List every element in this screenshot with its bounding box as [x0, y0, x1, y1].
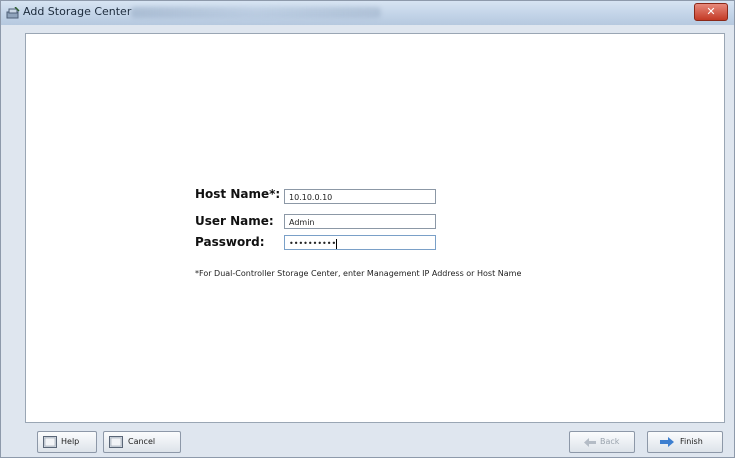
- password-label: Password:: [195, 235, 265, 249]
- dual-controller-note: *For Dual-Controller Storage Center, ent…: [195, 269, 522, 278]
- host-name-label: Host Name*:: [195, 187, 281, 201]
- host-name-input[interactable]: 10.10.0.10: [284, 189, 436, 204]
- close-button[interactable]: ✕: [694, 3, 728, 21]
- back-button-label: Back: [600, 437, 620, 446]
- window-title: Add Storage Center: [23, 5, 132, 18]
- help-button-label: Help: [61, 437, 80, 446]
- password-input[interactable]: ••••••••••: [284, 235, 436, 250]
- help-icon: [43, 436, 57, 448]
- back-button[interactable]: Back: [569, 431, 635, 453]
- title-bar[interactable]: Add Storage Center ✕: [1, 1, 734, 25]
- storage-add-icon: [6, 7, 20, 19]
- cancel-icon: [109, 436, 123, 448]
- finish-button[interactable]: Finish: [647, 431, 723, 453]
- obscured-title-area: [131, 7, 381, 18]
- cancel-button[interactable]: Cancel: [103, 431, 181, 453]
- arrow-left-icon: [584, 438, 596, 447]
- content-panel: Host Name*: 10.10.0.10 User Name: Admin …: [25, 33, 725, 423]
- arrow-right-icon: [660, 437, 674, 447]
- finish-button-label: Finish: [680, 437, 703, 446]
- add-storage-center-dialog: Add Storage Center ✕ Host Name*: 10.10.0…: [0, 0, 735, 458]
- user-name-input[interactable]: Admin: [284, 214, 436, 229]
- password-value: ••••••••••: [289, 239, 337, 248]
- text-caret: [336, 238, 338, 249]
- close-icon: ✕: [706, 5, 716, 18]
- user-name-label: User Name:: [195, 214, 274, 228]
- cancel-button-label: Cancel: [128, 437, 156, 446]
- help-button[interactable]: Help: [37, 431, 97, 453]
